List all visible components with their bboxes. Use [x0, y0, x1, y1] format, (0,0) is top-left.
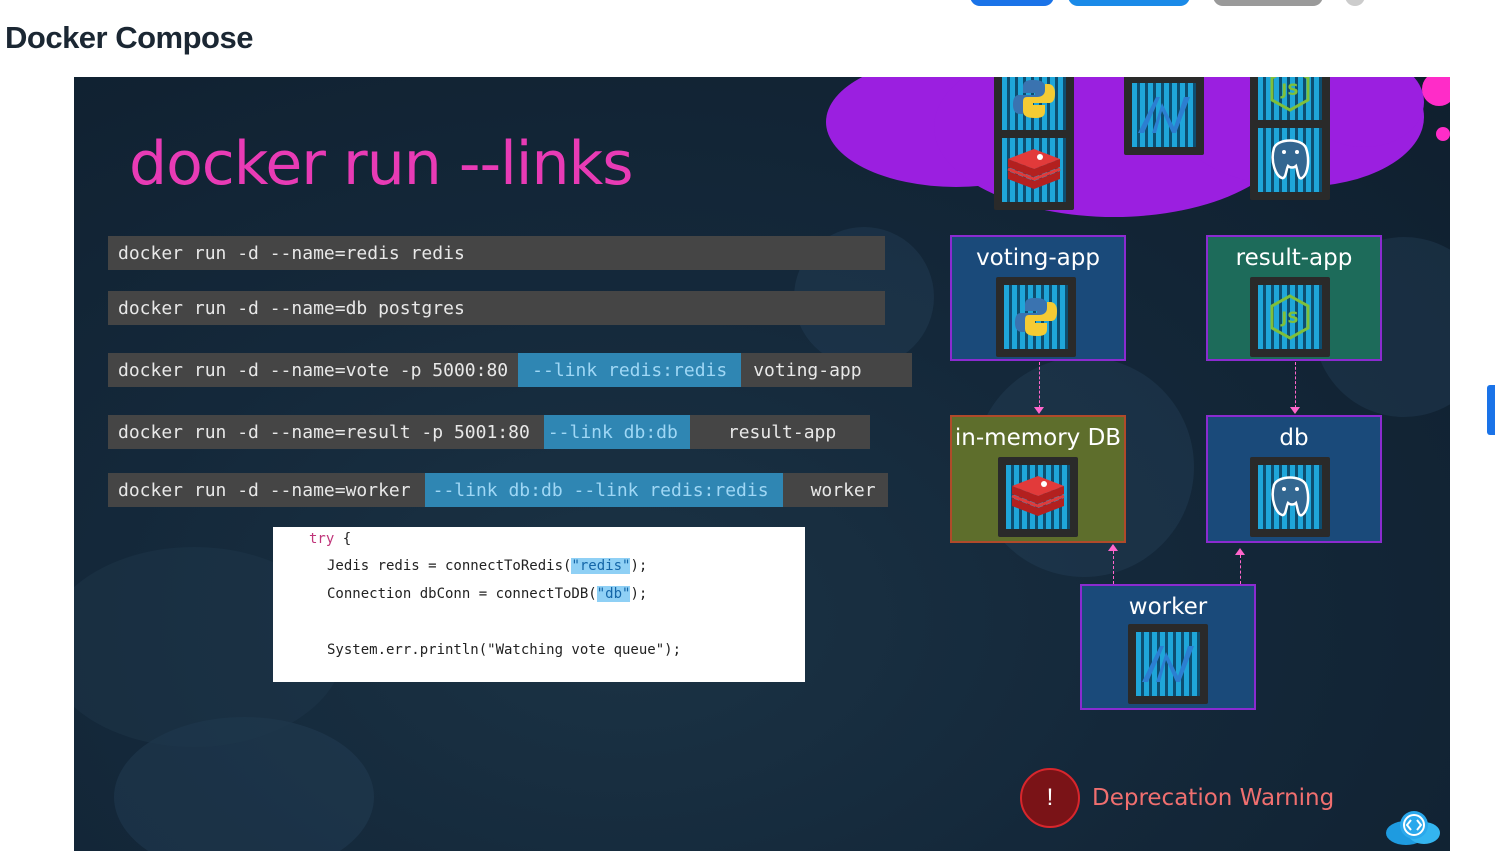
- arrow-up-icon: [1235, 548, 1245, 555]
- command-text: docker run -d --name=worker: [108, 473, 425, 507]
- command-text: docker run -d --name=vote -p 5000:80: [108, 353, 519, 387]
- dotnet-icon: [1128, 624, 1208, 704]
- link-flag: --link db:db: [543, 415, 690, 449]
- image-name: result-app: [689, 415, 871, 449]
- cloud-dot: [1422, 77, 1450, 106]
- svg-text:JS: JS: [1280, 308, 1298, 327]
- code-line-db: Connection dbConn = connectToDB("db");: [327, 586, 648, 602]
- connector-vote-redis: [1039, 362, 1040, 408]
- nodejs-icon: JS: [1250, 277, 1330, 357]
- postgres-icon: [1250, 457, 1330, 537]
- service-result-app: result-app JS: [1206, 235, 1382, 361]
- toolbar-button-4[interactable]: [1345, 0, 1365, 6]
- slide-image: docker run --links docker run -d --name=…: [74, 77, 1450, 851]
- service-in-memory-db: in-memory DB: [950, 415, 1126, 543]
- toolbar-button-3[interactable]: [1213, 0, 1323, 6]
- command-text: docker run -d --name=db postgres: [108, 291, 885, 325]
- service-label: in-memory DB: [954, 425, 1122, 451]
- cloud-dot: [1436, 127, 1450, 141]
- arrow-down-icon: [1034, 407, 1044, 414]
- postgres-container-icon: [1250, 120, 1330, 200]
- service-label: db: [1279, 425, 1309, 451]
- svg-text:JS: JS: [1280, 80, 1298, 99]
- slide-title: docker run --links: [129, 129, 634, 199]
- service-voting-app: voting-app: [950, 235, 1126, 361]
- command-text: docker run -d --name=redis redis: [108, 236, 885, 270]
- warning-icon: !: [1020, 768, 1080, 828]
- toolbar-button-1[interactable]: [970, 0, 1054, 6]
- code-line-try: try {: [309, 531, 352, 547]
- link-flag: --link redis:redis: [518, 353, 742, 387]
- image-name: worker: [782, 473, 888, 507]
- command-text: docker run -d --name=result -p 5001:80: [108, 415, 544, 449]
- command-result: docker run -d --name=result -p 5001:80 -…: [108, 415, 871, 449]
- redis-icon: [998, 457, 1078, 537]
- command-redis: docker run -d --name=redis redis: [108, 236, 885, 270]
- side-feedback-tab[interactable]: [1487, 385, 1495, 435]
- service-db: db: [1206, 415, 1382, 543]
- service-label: voting-app: [976, 245, 1100, 271]
- kodekloud-logo: [1384, 807, 1442, 847]
- connector-worker-db: [1240, 555, 1241, 584]
- command-vote: docker run -d --name=vote -p 5000:80 --l…: [108, 353, 912, 387]
- page-title: Docker Compose: [5, 20, 253, 55]
- command-db: docker run -d --name=db postgres: [108, 291, 885, 325]
- command-worker: docker run -d --name=worker --link db:db…: [108, 473, 888, 507]
- image-name: voting-app: [741, 353, 912, 387]
- code-line-println: System.err.println("Watching vote queue"…: [327, 642, 682, 658]
- service-worker: worker: [1080, 584, 1256, 710]
- arrow-up-icon: [1108, 544, 1118, 551]
- arrow-down-icon: [1290, 407, 1300, 414]
- service-label: result-app: [1235, 245, 1353, 271]
- redis-container-icon: [994, 130, 1074, 210]
- dotnet-container-icon: [1124, 77, 1204, 155]
- python-icon: [996, 277, 1076, 357]
- connector-result-db: [1295, 362, 1296, 408]
- deprecation-warning-text: Deprecation Warning: [1092, 785, 1335, 811]
- toolbar-button-2[interactable]: [1068, 0, 1190, 6]
- link-flag: --link db:db --link redis:redis: [424, 473, 783, 507]
- code-line-redis: Jedis redis = connectToRedis("redis");: [327, 558, 648, 574]
- service-label: worker: [1128, 594, 1208, 620]
- connector-worker-redis: [1113, 551, 1114, 584]
- code-snippet: try { Jedis redis = connectToRedis("redi…: [273, 527, 805, 682]
